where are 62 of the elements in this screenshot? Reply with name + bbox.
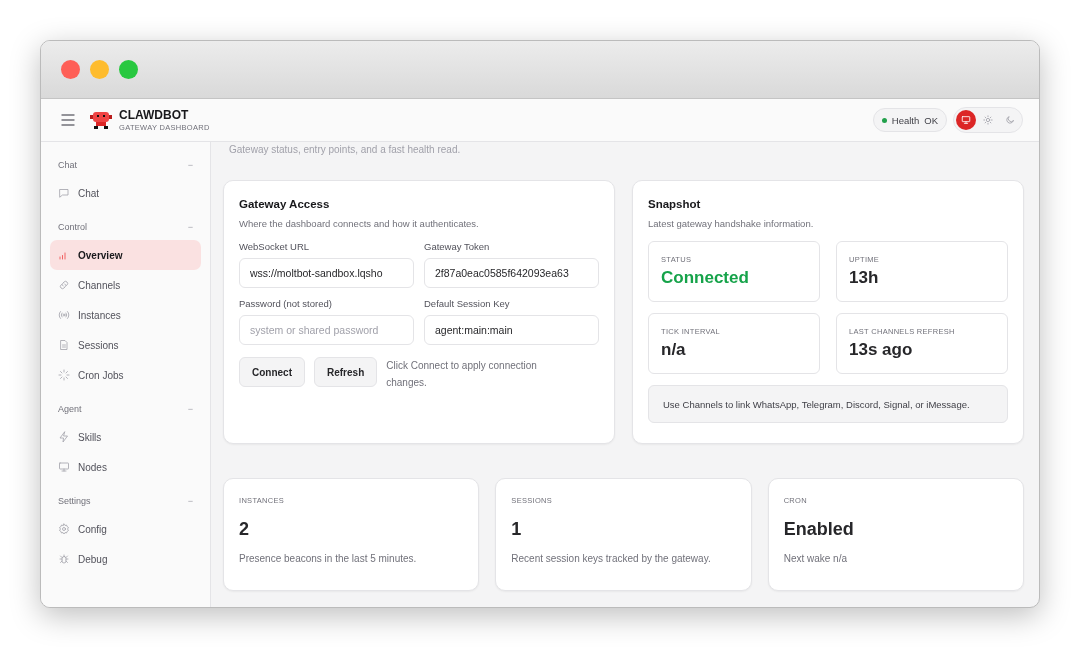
section-label: Settings — [58, 496, 91, 506]
theme-button[interactable] — [956, 110, 976, 130]
field-label: Password (not stored) — [239, 298, 333, 309]
nav-item[interactable]: Config — [50, 514, 201, 544]
nav-item[interactable]: Overview — [50, 240, 201, 270]
stat-value: 13h — [849, 268, 880, 288]
health-label: Health — [891, 114, 920, 126]
hint-text: Click Connect to apply connection changes. — [386, 359, 538, 390]
card-detail: Presence beacons in the last 5 minutes. — [239, 552, 418, 566]
input-field[interactable]: system or shared password — [239, 315, 414, 345]
card-title: Gateway Access — [239, 198, 331, 210]
field-label: WebSocket URL — [239, 241, 311, 252]
card-value: 1 — [511, 519, 523, 540]
nav-item[interactable]: Channels — [50, 270, 201, 300]
health-value: OK — [924, 114, 938, 126]
stat-value: n/a — [661, 340, 687, 360]
input-field[interactable]: 2f87a0eac0585f642093ea63 — [424, 258, 599, 288]
nav-item[interactable]: Nodes — [50, 452, 201, 482]
field-label: Gateway Token — [424, 241, 491, 252]
section-label: Agent — [58, 404, 82, 414]
menu-icon[interactable] — [61, 114, 75, 126]
monitor-icon — [58, 461, 70, 473]
card-description: Latest gateway handshake information. — [648, 218, 815, 229]
loader-icon — [58, 369, 70, 381]
robot-logo-icon — [89, 109, 113, 131]
nav-item[interactable]: Sessions — [50, 330, 201, 360]
card-description: Where the dashboard connects and how it authenticates. — [239, 218, 480, 229]
sun-icon — [983, 115, 993, 125]
zoom-button[interactable] — [119, 60, 138, 79]
broadcast-icon — [58, 309, 70, 321]
close-button[interactable] — [61, 60, 80, 79]
nav-item[interactable]: Chat — [50, 178, 201, 208]
stat-value: Connected — [661, 268, 750, 288]
moon-icon — [1005, 115, 1015, 125]
nav-item[interactable]: Debug — [50, 544, 201, 574]
monitor-icon — [961, 115, 971, 125]
section-label: Control — [58, 222, 87, 232]
document-icon — [58, 339, 70, 351]
stat-value: 13s ago — [849, 340, 914, 360]
card-detail: Next wake n/a — [783, 552, 849, 566]
section-label: Chat — [58, 160, 77, 170]
minimize-button[interactable] — [90, 60, 109, 79]
nav-item[interactable]: Instances — [50, 300, 201, 330]
input-field[interactable]: agent:main:main — [424, 315, 599, 345]
bug-icon — [58, 553, 70, 565]
card-title: Snapshot — [648, 198, 702, 210]
nav-item[interactable]: Skills — [50, 422, 201, 452]
lightning-icon — [58, 431, 70, 443]
link-icon — [58, 279, 70, 291]
refresh-button[interactable]: Refresh — [314, 357, 378, 387]
nav-item[interactable]: Cron Jobs — [50, 360, 201, 390]
field-label: Default Session Key — [424, 298, 511, 309]
gear-icon — [58, 523, 70, 535]
connect-button[interactable]: Connect — [239, 357, 305, 387]
info-note: Use Channels to link WhatsApp, Telegram, Discord, Signal, or iMessage. — [648, 385, 1008, 423]
card-value: 2 — [239, 519, 250, 540]
brand-name: CLAWDBOT — [119, 108, 190, 122]
input-field[interactable]: wss://moltbot-sandbox.lqsho — [239, 258, 414, 288]
page-subtitle: Gateway status, entry points, and a fast health read. — [229, 143, 462, 156]
card-detail: Recent session keys tracked by the gateway. — [511, 552, 712, 566]
card-value: Enabled — [783, 519, 855, 540]
chat-bubble-icon — [58, 187, 70, 199]
